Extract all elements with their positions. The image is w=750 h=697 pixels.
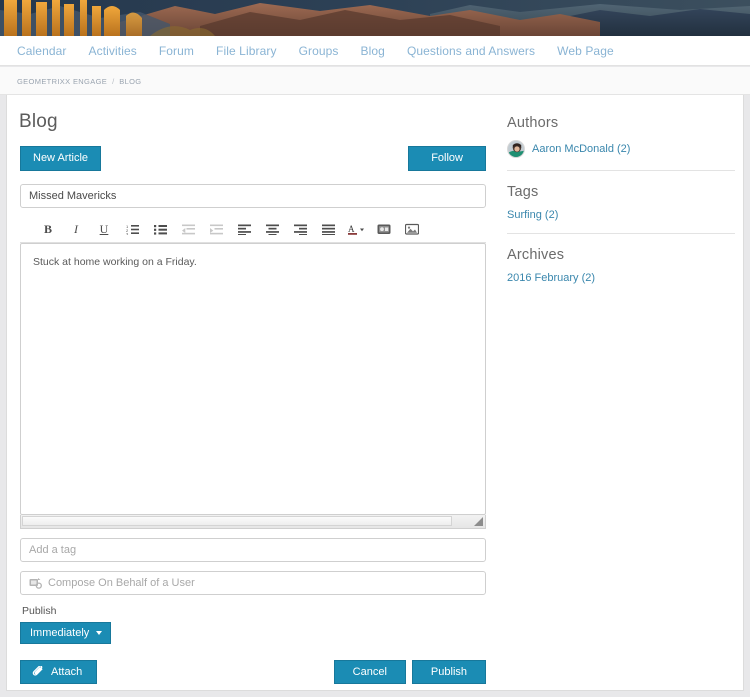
svg-text:A: A	[348, 224, 355, 234]
publish-schedule-value: Immediately	[30, 626, 90, 639]
editor-body[interactable]: Stuck at home working on a Friday.	[20, 242, 486, 515]
breadcrumb-bar: GEOMETRIXX ENGAGE / BLOG	[0, 67, 750, 95]
publish-schedule-dropdown[interactable]: Immediately	[20, 621, 112, 644]
tag-link-surfing[interactable]: Surfing (2)	[507, 209, 735, 221]
main-column: Blog New Article Follow B I U 123	[7, 95, 499, 685]
align-right-icon[interactable]	[286, 218, 314, 240]
align-center-icon[interactable]	[258, 218, 286, 240]
nav-item-questions-and-answers[interactable]: Questions and Answers	[396, 36, 546, 66]
sidebar: Authors Aaron McDonald (2) Tags Surfing …	[507, 115, 735, 296]
editor-toolbar: B I U 123 A	[20, 217, 486, 243]
bold-icon[interactable]: B	[34, 218, 62, 240]
tags-heading: Tags	[507, 184, 539, 200]
nav-item-calendar[interactable]: Calendar	[6, 36, 78, 66]
avatar	[507, 140, 525, 158]
align-left-icon[interactable]	[230, 218, 258, 240]
nav-item-activities[interactable]: Activities	[78, 36, 148, 66]
attach-button[interactable]: Attach	[20, 659, 98, 685]
sidebar-section-authors: Authors Aaron McDonald (2)	[507, 115, 735, 170]
resize-grip-icon[interactable]	[473, 516, 484, 527]
chevron-down-icon	[96, 630, 103, 635]
content-panel: Blog New Article Follow B I U 123	[6, 95, 744, 691]
page-title: Blog	[19, 111, 58, 132]
editor-body-text: Stuck at home working on a Friday.	[33, 255, 197, 268]
publish-button[interactable]: Publish	[411, 659, 486, 685]
follow-button[interactable]: Follow	[408, 146, 486, 171]
user-compose-icon	[29, 577, 42, 589]
archive-link-2016-february[interactable]: 2016 February (2)	[507, 272, 735, 284]
action-button-row: New Article Follow	[20, 146, 486, 171]
nav-item-groups[interactable]: Groups	[288, 36, 350, 66]
nav-item-web-page[interactable]: Web Page	[546, 36, 625, 66]
breadcrumb-separator: /	[112, 76, 115, 86]
svg-text:3: 3	[126, 231, 129, 235]
bullet-list-icon[interactable]	[146, 218, 174, 240]
authors-heading: Authors	[507, 115, 559, 131]
nav-item-blog[interactable]: Blog	[350, 36, 396, 66]
rich-text-editor: B I U 123 A Stuck at home working on a F…	[20, 217, 486, 529]
insert-link-icon[interactable]	[370, 218, 398, 240]
insert-image-icon[interactable]	[398, 218, 426, 240]
form-footer: Attach Cancel Publish	[20, 659, 486, 685]
font-color-icon[interactable]: A	[342, 218, 370, 240]
scrollbar-thumb[interactable]	[22, 515, 452, 526]
numbered-list-icon[interactable]: 123	[118, 218, 146, 240]
indent-icon	[202, 218, 230, 240]
breadcrumb: GEOMETRIXX ENGAGE / BLOG	[10, 67, 740, 95]
sidebar-section-archives: Archives 2016 February (2)	[507, 233, 735, 296]
tag-input-placeholder: Add a tag	[29, 543, 77, 556]
author-item[interactable]: Aaron McDonald (2)	[507, 140, 735, 158]
outdent-icon	[174, 218, 202, 240]
author-name-link[interactable]: Aaron McDonald (2)	[532, 143, 630, 155]
paperclip-icon	[32, 665, 45, 678]
archives-heading: Archives	[507, 247, 565, 263]
editor-horizontal-scrollbar[interactable]	[20, 514, 486, 529]
tag-input[interactable]: Add a tag	[20, 537, 486, 562]
header-banner-image	[0, 0, 750, 36]
main-navigation: Calendar Activities Forum File Library G…	[0, 36, 750, 66]
publish-label: Publish	[22, 604, 57, 617]
align-justify-icon[interactable]	[314, 218, 342, 240]
underline-icon[interactable]: U	[90, 218, 118, 240]
compose-on-behalf-placeholder: Compose On Behalf of a User	[48, 576, 195, 589]
footer-actions: Cancel Publish	[333, 659, 486, 685]
nav-item-forum[interactable]: Forum	[148, 36, 205, 66]
nav-item-file-library[interactable]: File Library	[205, 36, 288, 66]
compose-on-behalf-input[interactable]: Compose On Behalf of a User	[20, 570, 486, 595]
new-article-button[interactable]: New Article	[20, 146, 102, 171]
breadcrumb-root[interactable]: GEOMETRIXX ENGAGE	[17, 77, 107, 86]
article-title-input[interactable]	[20, 183, 486, 208]
attach-button-label: Attach	[51, 665, 83, 678]
cancel-button[interactable]: Cancel	[333, 659, 406, 685]
breadcrumb-current: BLOG	[119, 76, 142, 86]
sidebar-section-tags: Tags Surfing (2)	[507, 170, 735, 233]
page-root: Calendar Activities Forum File Library G…	[0, 0, 750, 697]
italic-icon[interactable]: I	[62, 218, 90, 240]
content-frame: Blog New Article Follow B I U 123	[0, 95, 750, 697]
